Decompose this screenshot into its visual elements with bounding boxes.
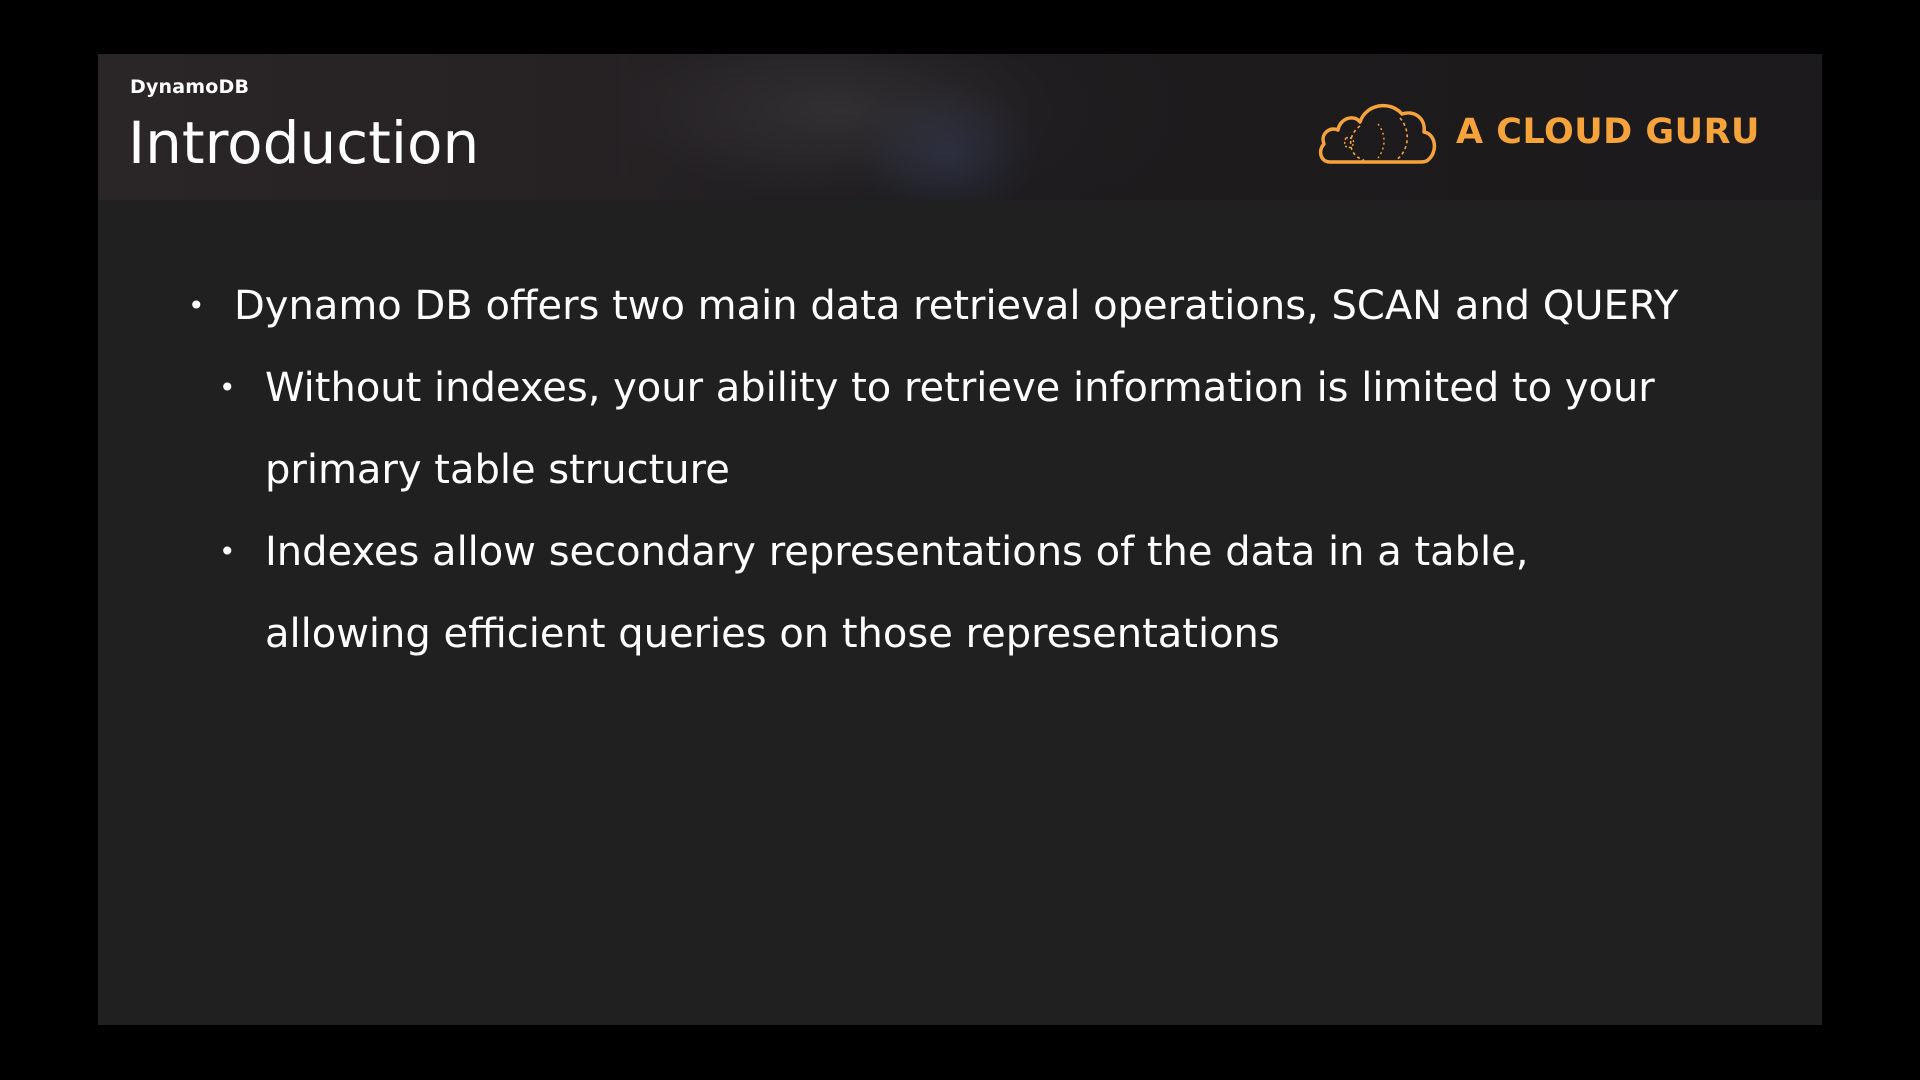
sub-bullet-item: • Without indexes, your ability to retri… [219, 347, 1685, 511]
slide: DynamoDB Introduction A CLOUD GURU • Dyn… [98, 54, 1822, 1025]
slide-header: DynamoDB Introduction A CLOUD GURU [98, 54, 1822, 200]
sub-bullet-item: • Indexes allow secondary representation… [219, 511, 1685, 675]
bullet-marker: • [219, 535, 236, 568]
bullet-text: Dynamo DB offers two main data retrieval… [234, 283, 1679, 329]
logo-text: A CLOUD GURU [1456, 112, 1760, 152]
bullet-marker: • [219, 371, 236, 404]
bullet-marker: • [188, 289, 205, 322]
cloud-icon [1318, 103, 1437, 164]
section-label: DynamoDB [130, 76, 250, 98]
header-background-photo-detail [858, 84, 1038, 200]
bullet-text: Indexes allow secondary representations … [265, 529, 1529, 657]
brand-logo: A CLOUD GURU [1316, 92, 1760, 172]
bullet-item: • Dynamo DB offers two main data retriev… [188, 265, 1794, 347]
page-title: Introduction [128, 109, 480, 177]
bullet-text: Without indexes, your ability to retriev… [265, 365, 1655, 493]
